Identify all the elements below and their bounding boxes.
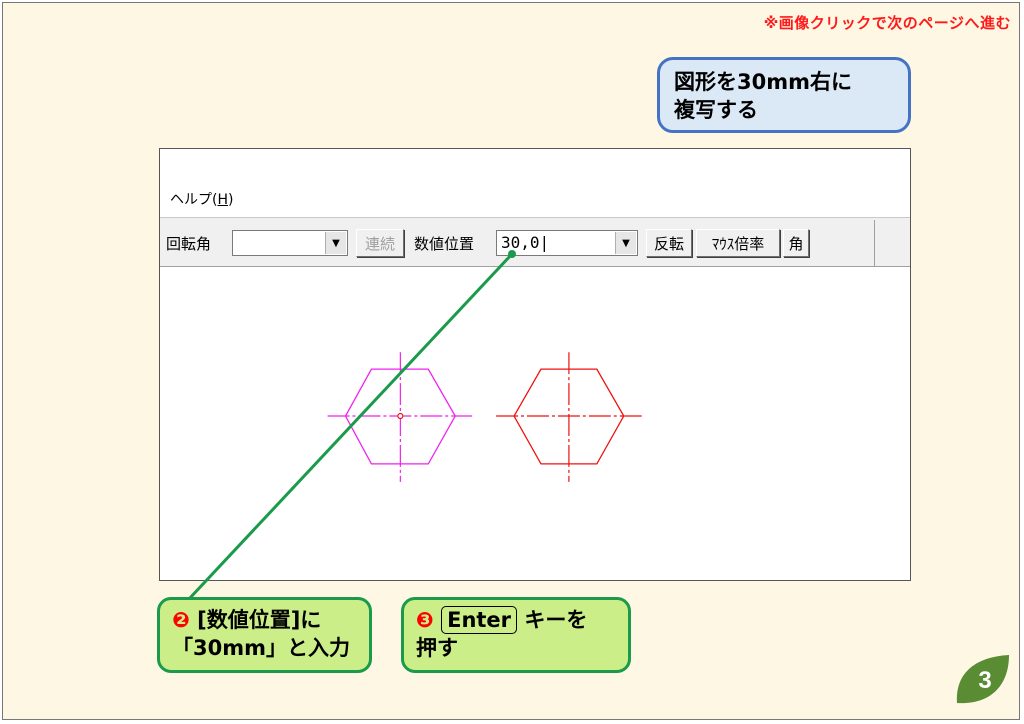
step3-line-2: 押す <box>416 636 458 660</box>
next-page-note: ※画像クリックで次のページへ進む <box>763 14 1011 32</box>
slide[interactable]: ※画像クリックで次のページへ進む 図形を30mm右に 複写する ヘルプ(H) 回… <box>2 2 1020 720</box>
title-box: 図形を30mm右に 複写する <box>657 57 911 133</box>
page-number: 3 <box>978 667 991 694</box>
rotation-combo[interactable]: ▼ <box>232 230 348 256</box>
copied-hexagon-shape <box>496 352 643 482</box>
title-line-1: 図形を30mm右に <box>674 70 852 94</box>
drawing-canvas[interactable] <box>160 267 910 581</box>
numeric-position-value: 30,0| <box>501 233 550 252</box>
cad-app-window: ヘルプ(H) 回転角 ▼ 連続 数値位置 30,0| ▼ 反転 ﾏｳｽ倍率 角 <box>159 148 911 581</box>
toolbar-separator <box>874 220 875 266</box>
menu-bar: ヘルプ(H) <box>160 149 910 217</box>
continuous-button[interactable]: 連続 <box>356 229 404 257</box>
help-accel-key: H <box>217 192 228 208</box>
toolbar: 回転角 ▼ 連続 数値位置 30,0| ▼ 反転 ﾏｳｽ倍率 角 <box>160 217 910 267</box>
step2-line-1: [数値位置]に <box>197 608 322 632</box>
chevron-down-icon[interactable]: ▼ <box>325 232 346 254</box>
numeric-position-label: 数値位置 <box>414 235 475 253</box>
leaf-icon: 3 <box>956 655 1009 704</box>
selected-hexagon-shape <box>327 352 473 482</box>
step3-line-1: キーを <box>524 608 588 632</box>
enter-key-label: Enter <box>441 606 518 634</box>
numeric-position-input[interactable]: 30,0| ▼ <box>496 230 638 256</box>
step2-marker: ❷ <box>172 608 190 632</box>
step3-marker: ❸ <box>416 608 434 632</box>
rotation-label: 回転角 <box>166 235 212 253</box>
mouse-scale-button[interactable]: ﾏｳｽ倍率 <box>696 229 780 257</box>
menu-help[interactable]: ヘルプ(H) <box>170 189 233 209</box>
chevron-down-icon[interactable]: ▼ <box>615 232 636 254</box>
step3-callout: ❸ Enter キーを 押す <box>401 597 631 673</box>
page-number-badge: 3 <box>951 651 1013 711</box>
angle-button[interactable]: 角 <box>783 229 809 257</box>
step2-callout: ❷ [数値位置]に 「30mm」と入力 <box>157 597 372 673</box>
title-line-2: 複写する <box>674 98 758 122</box>
flip-button[interactable]: 反転 <box>646 229 692 257</box>
selection-center-marker <box>397 412 404 420</box>
step2-line-2: 「30mm」と入力 <box>172 636 350 660</box>
